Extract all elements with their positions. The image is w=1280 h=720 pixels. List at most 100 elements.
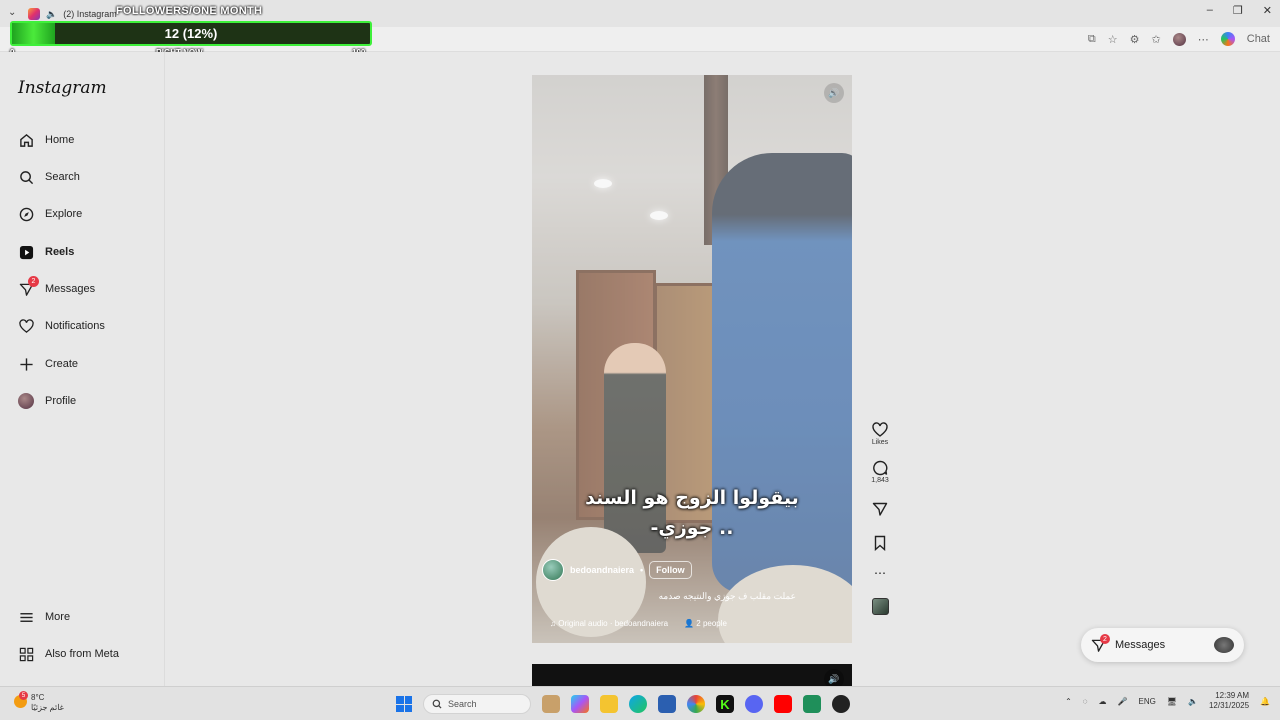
more-options-button[interactable]: ⋯ (874, 567, 886, 579)
speaker-icon[interactable]: 🔈 (46, 9, 57, 20)
avatar[interactable] (542, 559, 564, 581)
language-indicator[interactable]: ENG (1139, 697, 1156, 706)
copilot-icon[interactable] (1220, 32, 1235, 46)
favorites-icon[interactable]: ✩ (1152, 33, 1161, 46)
system-tray: ⌃ ◌ ☁ 🎤 ENG 🖥 🔈 12:39 AM 12/31/2025 🔔 (1065, 691, 1270, 711)
store-icon[interactable] (658, 695, 676, 713)
instagram-page: Instagram Home Search Explore Reels 2 Me… (0, 52, 1280, 694)
sidebar-item-label: Profile (45, 395, 77, 407)
video-caption-line1: بيقولوا الزوج هو السند (585, 487, 799, 509)
app-icon[interactable] (803, 695, 821, 713)
sidebar-item-search[interactable]: Search (18, 169, 80, 185)
app-available-icon[interactable]: ⧉ (1088, 33, 1096, 46)
home-icon (18, 132, 34, 148)
heart-icon (18, 318, 34, 334)
chevron-up-icon[interactable]: ⌃ (1065, 697, 1072, 706)
tab-title: (2) Instagram (63, 9, 117, 19)
audio-thumbnail-button[interactable] (871, 598, 889, 615)
weather-text: غائم جزئيًا (31, 703, 64, 712)
avatar (1214, 637, 1234, 653)
network-icon[interactable]: 🖥 (1167, 697, 1177, 706)
sidebar-item-messages[interactable]: 2 Messages (18, 276, 96, 297)
sidebar-item-label: Create (45, 358, 79, 370)
task-view-icon[interactable] (542, 695, 560, 713)
sidebar-item-reels[interactable]: Reels (18, 244, 74, 260)
overlay-title: FOLLOWERS/ONE MONTH (116, 5, 263, 17)
youtube-icon[interactable] (774, 695, 792, 713)
notification-bell-icon[interactable]: 🔔 (1260, 697, 1270, 706)
sidebar-item-label: More (45, 611, 71, 623)
file-explorer-icon[interactable] (600, 695, 618, 713)
sidebar-item-also-from-meta[interactable]: Also from Meta (18, 646, 119, 662)
sidebar-item-home[interactable]: Home (18, 132, 74, 148)
kick-icon[interactable]: K (716, 695, 734, 713)
weather-widget[interactable]: 5 8°C غائم جزئيًا (14, 691, 64, 713)
audio-thumbnail (871, 598, 889, 615)
taskbar-apps: Search K (396, 694, 850, 714)
minimize-icon[interactable]: – (1207, 4, 1213, 17)
copilot-icon[interactable] (571, 695, 589, 713)
reel-actions: Likes 1,843 ⋯ (868, 422, 892, 615)
audio-label: Original audio · bedoandnaiera (558, 619, 669, 628)
sidebar-item-more[interactable]: More (18, 609, 70, 625)
discord-icon[interactable] (745, 695, 763, 713)
chrome-icon[interactable] (687, 695, 705, 713)
tray-app-icon[interactable]: ◌ (1083, 697, 1088, 706)
save-button[interactable] (872, 535, 888, 551)
sidebar-item-label: Home (45, 134, 75, 146)
avatar (18, 393, 34, 409)
sidebar-item-profile[interactable]: Profile (18, 393, 76, 409)
sidebar-item-label: Messages (45, 283, 96, 295)
sidebar-item-create[interactable]: Create (18, 356, 78, 372)
extensions-icon[interactable]: ⚙ (1130, 33, 1140, 46)
clock[interactable]: 12:39 AM 12/31/2025 (1209, 691, 1249, 711)
weather-badge: 5 (19, 691, 28, 700)
sidebar-item-label: Explore (45, 208, 83, 220)
comments-count: 1,843 (871, 477, 889, 484)
search-icon (18, 169, 34, 185)
sidebar-item-notifications[interactable]: Notifications (18, 318, 105, 334)
time: 12:39 AM (1215, 691, 1250, 700)
chat-label[interactable]: Chat (1247, 33, 1270, 45)
sidebar: Instagram Home Search Explore Reels 2 Me… (0, 52, 165, 686)
close-icon[interactable]: ✕ (1263, 4, 1272, 17)
share-button[interactable] (872, 501, 888, 517)
reel-username[interactable]: bedoandnaiera (570, 565, 634, 575)
volume-icon[interactable]: 🔈 (1188, 697, 1198, 706)
reel-video[interactable]: 🔊 بيقولوا الزوج هو السند -جوزي .. bedoan… (532, 75, 852, 643)
microphone-icon[interactable]: 🎤 (1118, 697, 1128, 706)
window-controls: – ❐ ✕ (1207, 4, 1272, 17)
windows-taskbar: 5 8°C غائم جزئيًا Search K ⌃ ◌ ☁ 🎤 ENG 🖥… (0, 686, 1280, 720)
search-icon (432, 699, 442, 709)
date: 12/31/2025 (1208, 701, 1250, 710)
comment-icon (873, 460, 888, 476)
restore-icon[interactable]: ❐ (1233, 4, 1243, 17)
edge-icon[interactable] (629, 695, 647, 713)
heart-icon (872, 422, 888, 437)
messages-label: Messages (1115, 639, 1166, 651)
cloud-icon[interactable]: ☁ (1099, 697, 1107, 706)
like-button[interactable]: Likes (872, 422, 888, 446)
more-menu-icon[interactable]: ⋯ (1198, 33, 1209, 46)
instagram-logo[interactable]: Instagram (18, 78, 107, 98)
messages-floating-button[interactable]: 2 Messages (1081, 628, 1244, 662)
progress-text: 12 (12%) (164, 26, 218, 41)
meta-apps-icon (18, 646, 34, 662)
taskbar-search-placeholder: Search (448, 699, 477, 709)
windows-start-icon[interactable] (396, 696, 412, 712)
tab-list-chevron-icon[interactable]: ⌄ (8, 7, 16, 18)
original-audio-link[interactable]: ♫ Original audio · bedoandnaiera (550, 619, 668, 628)
comment-button[interactable]: 1,843 (871, 460, 889, 484)
video-dim (532, 75, 852, 643)
weather-temp: 8°C (31, 693, 45, 702)
favorite-star-icon[interactable]: ☆ (1108, 33, 1118, 46)
follow-button[interactable]: Follow (649, 561, 692, 579)
profile-avatar[interactable] (1172, 32, 1186, 46)
sidebar-item-explore[interactable]: Explore (18, 206, 82, 222)
tagged-people[interactable]: 👤 2 people (684, 619, 727, 628)
taskbar-search[interactable]: Search (423, 694, 531, 714)
obs-icon[interactable] (832, 695, 850, 713)
instagram-favicon-icon (28, 8, 40, 20)
reel-description[interactable]: عملت مقلب ف جوزي والنتيجه صدمه (659, 591, 796, 602)
followers-progress-bar: 12 (12%) (10, 21, 372, 46)
